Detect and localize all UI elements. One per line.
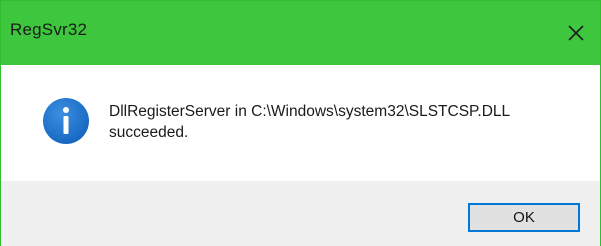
message-line-2: succeeded. <box>109 124 189 141</box>
message-area: DllRegisterServer in C:\Windows\system32… <box>1 65 600 181</box>
message-text: DllRegisterServer in C:\Windows\system32… <box>109 101 579 143</box>
dialog-window: RegSvr32 DllRegisterServer in C:\Windows… <box>0 0 601 246</box>
title-bar[interactable]: RegSvr32 <box>1 1 600 65</box>
button-bar: OK <box>1 181 600 246</box>
info-icon <box>43 98 89 144</box>
message-line-1: DllRegisterServer in C:\Windows\system32… <box>109 103 511 120</box>
window-title: RegSvr32 <box>10 20 88 39</box>
ok-button[interactable]: OK <box>468 203 580 232</box>
close-icon <box>568 25 584 41</box>
close-button[interactable] <box>552 1 600 65</box>
